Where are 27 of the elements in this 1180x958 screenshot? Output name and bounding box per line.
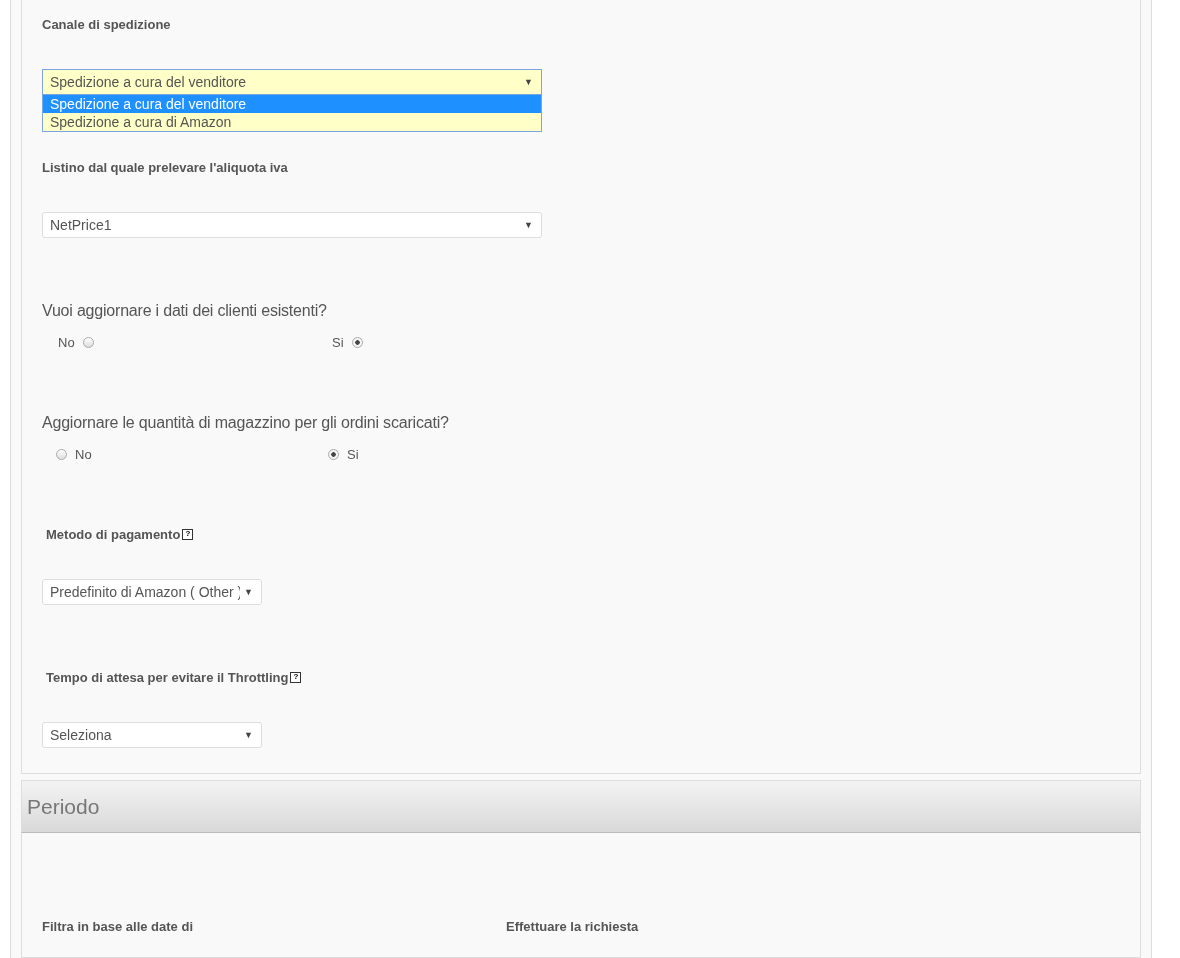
radio-button[interactable] bbox=[56, 448, 67, 460]
radio-label: No bbox=[75, 446, 92, 462]
caret-icon: ▼ bbox=[244, 730, 253, 740]
field-label: Listino dal quale prelevare l'aliquota iva bbox=[42, 159, 288, 175]
question-label: Aggiornare le quantità di magazzino per gli ordini scaricati? bbox=[42, 414, 450, 432]
question-label: Vuoi aggiornare i dati dei clienti esistenti? bbox=[42, 302, 328, 320]
radio-button[interactable] bbox=[328, 448, 339, 460]
radio-button[interactable] bbox=[82, 336, 94, 348]
field-label: Metodo di pagamento bbox=[46, 526, 181, 542]
dropdown-select[interactable]: NetPrice1 ▼ bbox=[42, 212, 542, 238]
radio-label: Si bbox=[347, 446, 359, 462]
field-label: Canale di spedizione bbox=[42, 16, 171, 32]
radio-label: No bbox=[58, 334, 75, 350]
dropdown-select[interactable]: Seleziona ▼ bbox=[42, 722, 262, 748]
section-title: Periodo bbox=[27, 794, 100, 819]
radio-label: Si bbox=[332, 334, 344, 350]
help-icon[interactable]: ? bbox=[290, 671, 302, 683]
dropdown-select[interactable]: Spedizione a cura del venditore ▼ bbox=[42, 69, 542, 95]
caret-icon: ▼ bbox=[244, 587, 253, 597]
dropdown-option[interactable]: Spedizione a cura di Amazon bbox=[43, 113, 541, 131]
field-label: Tempo di attesa per evitare il Throttling bbox=[46, 669, 289, 685]
field-label: Effettuare la richiesta bbox=[506, 918, 640, 934]
caret-icon: ▼ bbox=[524, 77, 533, 87]
help-icon[interactable]: ? bbox=[182, 528, 194, 540]
radio-button[interactable] bbox=[351, 336, 363, 348]
field-label: Filtra in base alle date di bbox=[42, 918, 194, 934]
caret-icon: ▼ bbox=[524, 220, 533, 230]
